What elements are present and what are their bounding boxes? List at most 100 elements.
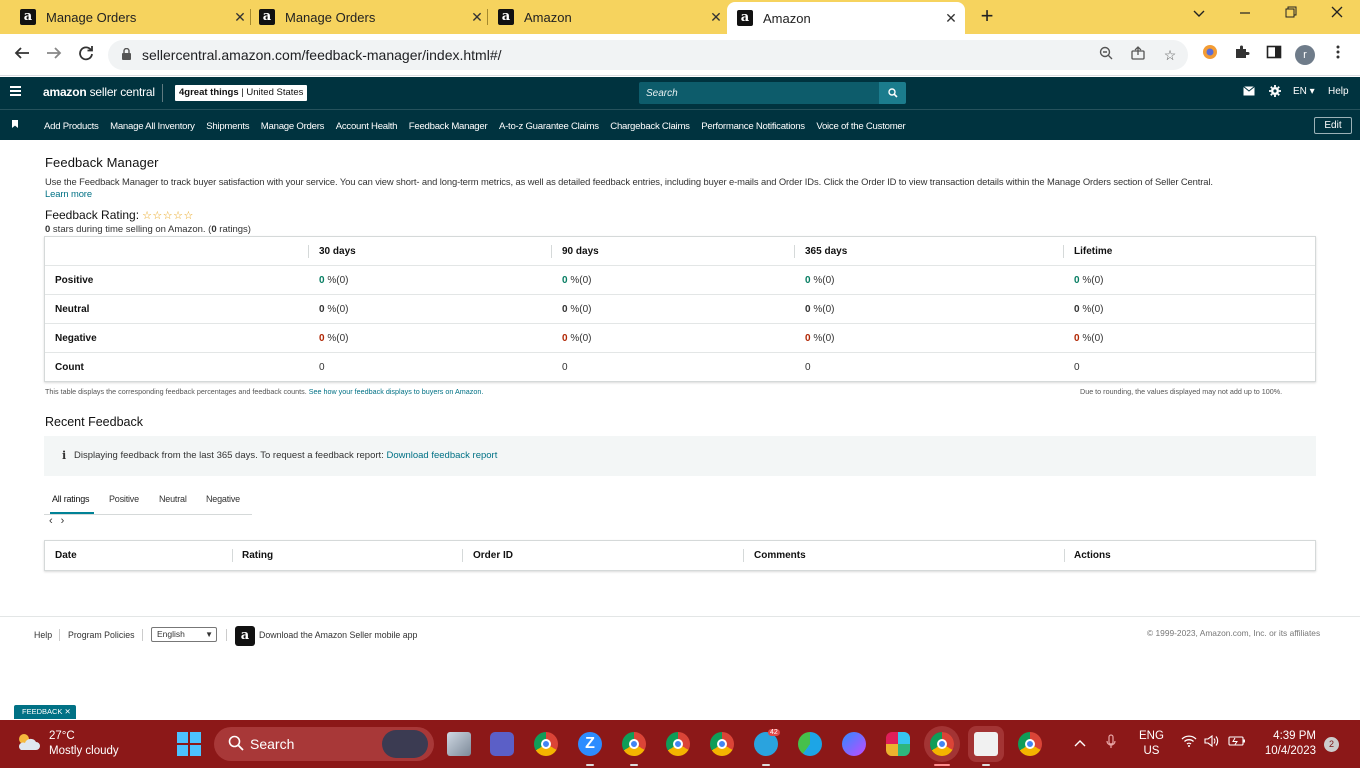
wifi-icon[interactable]	[1181, 735, 1197, 750]
nav-feedback-manager[interactable]: Feedback Manager	[409, 121, 488, 132]
show-hidden-icons-chevron-icon[interactable]	[1074, 735, 1086, 750]
side-panel-icon[interactable]	[1263, 44, 1285, 66]
close-tab-icon[interactable]: ✕	[708, 9, 724, 26]
edit-nav-button[interactable]: Edit	[1314, 117, 1352, 134]
bookmark-icon[interactable]	[12, 120, 18, 128]
language-selector[interactable]: EN ▾	[1293, 86, 1315, 97]
settings-gear-icon[interactable]	[1269, 85, 1281, 100]
extension-color-icon[interactable]	[1199, 44, 1221, 66]
snipping-tool-icon[interactable]	[974, 732, 998, 756]
header-help-link[interactable]: Help	[1328, 86, 1349, 97]
notification-count-badge[interactable]: 2	[1324, 737, 1339, 752]
browser-tab[interactable]: a Manage Orders ✕	[251, 0, 485, 34]
chrome-profile-icon[interactable]	[710, 732, 734, 756]
messenger-icon[interactable]	[842, 732, 866, 756]
browser-tab[interactable]: a Manage Orders ✕	[12, 0, 248, 34]
chrome-profile-icon[interactable]	[534, 732, 558, 756]
zoom-app-icon[interactable]: Z	[578, 732, 602, 756]
nav-add-products[interactable]: Add Products	[44, 121, 99, 132]
url-field[interactable]: sellercentral.amazon.com/feedback-manage…	[108, 40, 1188, 70]
close-tab-icon[interactable]: ✕	[943, 10, 959, 27]
amazon-app-icon[interactable]: a	[235, 626, 255, 646]
column-header[interactable]: Rating	[242, 541, 273, 570]
nav-shipments[interactable]: Shipments	[206, 121, 249, 132]
battery-icon[interactable]	[1228, 735, 1246, 750]
next-page-chevron-icon[interactable]: ›	[61, 515, 65, 527]
metric-suffix: %(0)	[810, 304, 835, 315]
mobile-app-link[interactable]: Download the Amazon Seller mobile app	[259, 630, 417, 640]
bookmark-star-icon[interactable]: ☆	[1160, 45, 1180, 65]
minimize-icon[interactable]	[1222, 0, 1268, 30]
metric-cell: 0 %(0)	[319, 324, 348, 353]
metric-cell: 0 %(0)	[562, 266, 591, 295]
zoom-icon[interactable]	[1096, 45, 1116, 65]
chrome-active-icon[interactable]	[930, 732, 954, 756]
nav-manage-all-inventory[interactable]: Manage All Inventory	[110, 121, 195, 132]
weather-cloud-icon[interactable]	[15, 732, 41, 752]
chrome-profile-icon[interactable]	[666, 732, 690, 756]
row-label: Positive	[55, 275, 94, 286]
column-header[interactable]: Date	[55, 541, 77, 570]
slack-icon[interactable]	[886, 732, 910, 756]
prev-page-chevron-icon[interactable]: ‹	[49, 515, 53, 527]
weather-widget[interactable]: 27°C Mostly cloudy	[49, 729, 119, 759]
feedback-display-link[interactable]: See how your feedback displays to buyers…	[309, 387, 484, 396]
forward-icon[interactable]	[42, 43, 66, 67]
restore-icon[interactable]	[1268, 0, 1314, 30]
input-language[interactable]: ENG US	[1139, 729, 1164, 759]
browser-tab-active[interactable]: a Amazon ✕	[727, 2, 965, 34]
chrome-profile-icon[interactable]	[622, 732, 646, 756]
metric-suffix: %(0)	[1079, 333, 1104, 344]
extensions-puzzle-icon[interactable]	[1231, 44, 1253, 66]
profile-avatar[interactable]: r	[1295, 45, 1315, 65]
store-switcher[interactable]: 4great things | United States	[175, 85, 308, 101]
chrome-profile-icon[interactable]	[1018, 732, 1042, 756]
taskbar-search[interactable]: Search	[214, 727, 434, 761]
count-cell: 0	[562, 362, 568, 373]
nav-manage-orders[interactable]: Manage Orders	[261, 121, 325, 132]
nav-account-health[interactable]: Account Health	[336, 121, 398, 132]
tab-search-chevron-icon[interactable]	[1176, 0, 1222, 30]
column-header[interactable]: Comments	[754, 541, 806, 570]
browser-tab[interactable]: a Amazon ✕	[490, 0, 724, 34]
browser-menu-icon[interactable]	[1327, 44, 1349, 66]
close-tab-icon[interactable]: ✕	[469, 9, 485, 26]
column-header[interactable]: Order ID	[473, 541, 513, 570]
nav-chargeback-claims[interactable]: Chargeback Claims	[610, 121, 690, 132]
new-tab-button[interactable]: +	[976, 4, 998, 28]
tab-positive[interactable]: Positive	[109, 494, 139, 504]
reload-icon[interactable]	[74, 43, 98, 67]
microphone-icon[interactable]	[1106, 734, 1116, 753]
mail-icon[interactable]	[1243, 86, 1255, 99]
seller-central-logo[interactable]: amazon seller central	[43, 85, 155, 99]
lock-icon[interactable]	[122, 48, 131, 60]
seller-search-input[interactable]	[639, 82, 869, 104]
tab-all-ratings[interactable]: All ratings	[52, 494, 90, 504]
nav-voice-of-customer[interactable]: Voice of the Customer	[816, 121, 905, 132]
back-icon[interactable]	[10, 43, 34, 67]
windows-start-icon[interactable]	[177, 732, 201, 756]
tab-neutral[interactable]: Neutral	[159, 494, 187, 504]
system-clock[interactable]: 4:39 PM 10/4/2023	[1258, 729, 1316, 759]
nav-a-to-z-claims[interactable]: A-to-z Guarantee Claims	[499, 121, 599, 132]
program-policies-link[interactable]: Program Policies	[68, 630, 135, 640]
tab-negative[interactable]: Negative	[206, 494, 240, 504]
footer-language-select[interactable]: English ▼	[151, 627, 217, 642]
footer-help-link[interactable]: Help	[34, 630, 52, 640]
footer-divider	[226, 629, 227, 641]
telegram-icon[interactable]: 42	[754, 729, 780, 756]
footer-divider	[59, 629, 60, 641]
download-report-link[interactable]: Download feedback report	[386, 450, 497, 461]
close-window-icon[interactable]	[1314, 0, 1360, 30]
feedback-button[interactable]: FEEDBACK ✕	[14, 705, 76, 719]
file-explorer-icon[interactable]	[447, 732, 471, 756]
video-meet-icon[interactable]	[490, 732, 514, 756]
edge-browser-icon[interactable]	[798, 732, 822, 756]
volume-icon[interactable]	[1204, 734, 1220, 750]
share-icon[interactable]	[1128, 45, 1148, 65]
learn-more-link[interactable]: Learn more	[45, 188, 92, 199]
nav-performance-notifications[interactable]: Performance Notifications	[701, 121, 805, 132]
hamburger-menu-icon[interactable]	[10, 86, 21, 98]
close-tab-icon[interactable]: ✕	[232, 9, 248, 26]
search-button[interactable]	[879, 82, 906, 104]
